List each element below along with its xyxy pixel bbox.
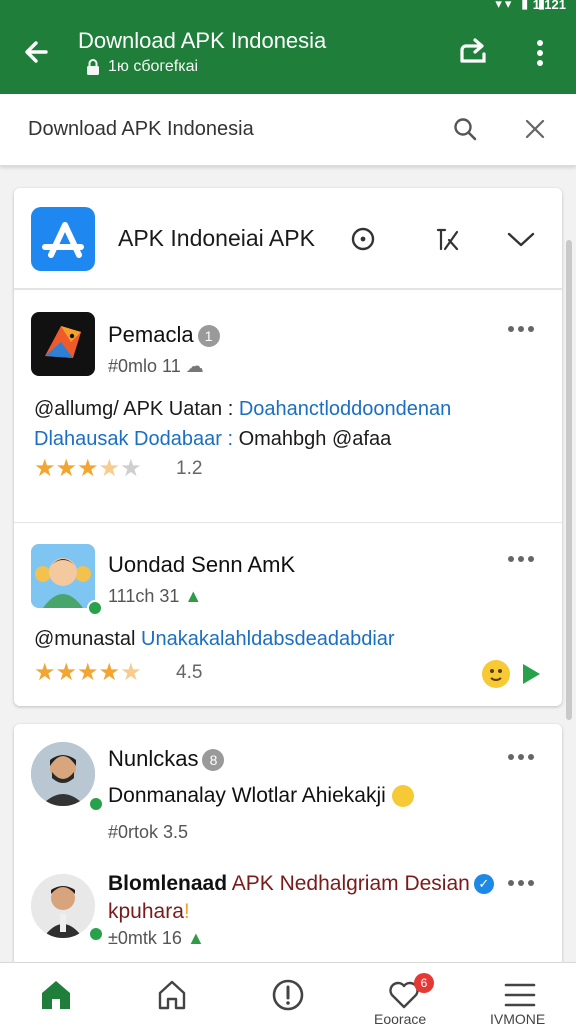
author-name: Pemacla [108,322,194,347]
more-options-icon[interactable] [530,36,550,70]
meta-text: #0mlo 11 [108,356,181,376]
nav-label-more[interactable]: IVMONE [490,1011,545,1024]
menu-icon[interactable] [500,975,540,1015]
meta-text: ±0mtk 16 [108,928,182,948]
post-link[interactable]: Dlahausak Dodabaar : [34,428,233,450]
home-outline-icon[interactable] [152,975,192,1015]
feed-card: APK Indoneiai APK Pemacla 1 #0mlo 11 ☁ @… [14,188,562,706]
star-icon: ★ [77,455,98,482]
card-header-title: APK Indoneiai APK [118,225,315,251]
avatar [31,312,95,376]
list-item[interactable]: Nunlckas 8 Donmanalay Wlotlar Ahiekakji #… [14,724,562,854]
post-text: Omahbgh @afaa [238,428,392,450]
author-name: Nunlckas [108,746,199,771]
avatar [31,544,95,608]
thumbs-up-icon: ▲ [186,928,205,948]
app-store-logo [31,207,95,271]
post-meta: 111ch 31 ▲ [108,586,202,607]
avatar [31,874,95,938]
search-icon[interactable] [452,116,478,142]
star-icon: ★ [120,659,141,686]
notification-badge: 6 [414,973,434,993]
online-indicator [88,926,104,942]
more-options-icon[interactable] [506,878,536,888]
post-author-line2: kpuhara! [108,900,190,923]
author-name: Blomlenaad [108,872,228,895]
card-header: APK Indoneiai APK [14,188,562,290]
subtitle-text: 1ю сбогеfкаi [108,58,199,75]
verified-badge: ✓ [473,874,494,895]
post-handle: @allumg/ APK Uatan : [34,398,234,420]
author-title-cont: kpuhara [108,900,184,923]
post-author: Blomlenaad APK Nedhalgriam Desian ✓ [108,872,494,896]
star-icon: ★ [34,659,55,686]
status-bar: ▾▾ ▮ ▮ 1:121 [0,0,576,14]
post-link[interactable]: Unakakalahldabsdeadabdiar [141,628,395,650]
share-icon[interactable] [456,34,490,68]
star-icon: ★ [34,455,55,482]
search-input[interactable]: Download APK Indonesia [28,118,254,141]
post-line: Dlahausak Dodabaar : Omahbgh @afaa [34,428,391,451]
list-item[interactable]: Pemacla 1 #0mlo 11 ☁ @allumg/ APK Uatan :… [14,290,562,522]
more-options-icon[interactable] [506,752,536,762]
status-time: 1:121 [532,0,566,12]
chevron-down-icon[interactable] [506,224,536,254]
rating-value: 1.2 [176,458,203,479]
star-icon: ★ [77,659,98,686]
page-subtitle: 1ю сбогеfкаi [86,58,198,76]
online-indicator [87,600,103,616]
back-arrow-icon[interactable] [18,32,58,72]
history-icon[interactable] [348,224,378,254]
author-title: APK Nedhalgriam Desian [231,872,470,895]
star-icon: ★ [120,455,141,482]
more-options-icon[interactable] [506,554,536,564]
home-icon[interactable] [36,975,76,1015]
rating-stars: ★ ★ ★ ★ ★ [34,658,142,687]
more-options-icon[interactable] [506,324,536,334]
rating-value: 4.5 [176,662,203,683]
collapse-icon[interactable] [432,224,462,254]
post-line: @munastal Unakakalahldabsdeadabdiar [34,628,395,651]
play-icon[interactable] [520,662,542,686]
post-line: @allumg/ APK Uatan : Doahanctloddoondena… [34,398,451,421]
online-indicator [88,796,104,812]
list-item[interactable]: Uondad Senn AmK 111ch 31 ▲ @munastal Una… [14,522,562,706]
nav-label-favorites[interactable]: Eoorace [374,1011,426,1024]
info-icon[interactable] [268,975,308,1015]
star-icon: ★ [55,455,77,482]
app-bar: Download APK Indonesia 1ю сбогеfкаi [0,14,576,94]
post-handle: @munastal [34,628,136,650]
cloud-icon: ☁ [185,356,204,376]
post-link[interactable]: Doahanctloddoondenan [239,398,451,420]
post-author: Pemacla 1 [108,322,220,348]
close-icon[interactable] [522,116,548,142]
search-bar: Download APK Indonesia [0,94,576,166]
post-author: Nunlckas 8 [108,746,225,772]
lock-icon [87,59,99,75]
emoji-icon[interactable] [482,660,510,688]
post-meta: ±0mtk 16 ▲ [108,928,205,949]
page-title: Download APK Indonesia [78,28,327,53]
scrollbar[interactable] [566,240,572,720]
post-meta: #0rtok 3.5 [108,822,189,842]
post-body: Donmanalay Wlotlar Ahiekakji [108,784,386,807]
avatar [31,742,95,806]
star-icon: ★ [98,455,120,482]
meta-text: 111ch 31 [108,586,180,606]
bottom-navigation: 6 Eoorace IVMONE [0,962,576,1024]
rating-stars: ★ ★ ★ ★ ★ [34,454,142,483]
post-text: Donmanalay Wlotlar Ahiekakji [108,784,414,808]
feed-card: Nunlckas 8 Donmanalay Wlotlar Ahiekakji #… [14,724,562,984]
post-author: Uondad Senn AmK [108,552,296,577]
count-badge: 1 [197,325,220,348]
thumbs-up-icon: ▲ [184,586,203,606]
star-icon: ★ [55,659,77,686]
emoji-icon [391,785,414,808]
count-badge: 8 [202,749,225,772]
post-meta: #0mlo 11 ☁ [108,356,204,377]
star-icon: ★ [98,659,120,686]
